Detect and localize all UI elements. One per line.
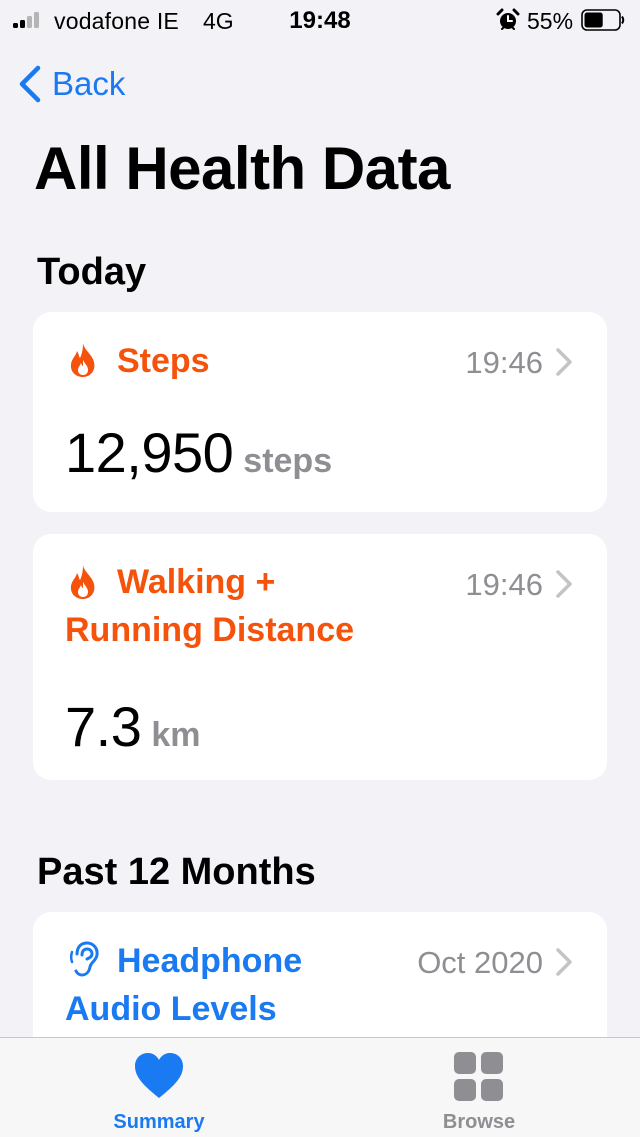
tab-label: Summary [113,1111,205,1133]
back-button[interactable]: Back [16,64,125,104]
chevron-right-icon [556,570,572,598]
heart-icon [135,1053,183,1098]
card-title-line1: Headphone [117,942,303,980]
tab-browse[interactable]: Browse [379,1038,579,1137]
card-value-row: 12,950 steps [65,420,332,485]
card-value: 7.3 [65,695,142,758]
page-title: All Health Data [34,135,450,202]
chevron-left-icon [19,65,41,103]
card-unit: steps [243,442,333,480]
flame-icon [70,343,95,377]
battery-percent: 55% [527,8,574,34]
card-timestamp: 19:46 [465,345,543,380]
tab-summary[interactable]: Summary [59,1038,259,1137]
tab-bar: Summary Browse [0,1037,640,1137]
card-timestamp: 19:46 [465,567,543,602]
section-title-today: Today [37,251,147,293]
card-title-line2: Running Distance [65,611,355,649]
card-title-line2: Audio Levels [65,990,277,1028]
flame-icon [70,565,95,599]
status-bar: vodafone IE 4G 19:48 55% [0,0,640,42]
section-title-past-12-months: Past 12 Months [37,851,316,893]
tab-label: Browse [442,1111,516,1133]
card-timestamp: Oct 2020 [417,945,543,980]
card-value-row: 7.3 km [65,694,201,759]
back-button-label: Back [52,65,126,102]
ear-icon [70,941,99,977]
card-walking-running-distance[interactable]: Walking + Running Distance 19:46 7.3 km [33,534,607,780]
card-title: Steps [117,342,210,380]
chevron-right-icon [556,348,572,376]
card-steps[interactable]: Steps 19:46 12,950 steps [33,312,607,512]
chevron-right-icon [556,948,572,976]
card-unit: km [151,716,201,754]
card-value: 12,950 [65,421,234,484]
card-title-line1: Walking + [117,563,276,601]
battery-icon [581,9,625,31]
grid-icon [454,1052,503,1101]
alarm-clock-icon [496,8,520,30]
